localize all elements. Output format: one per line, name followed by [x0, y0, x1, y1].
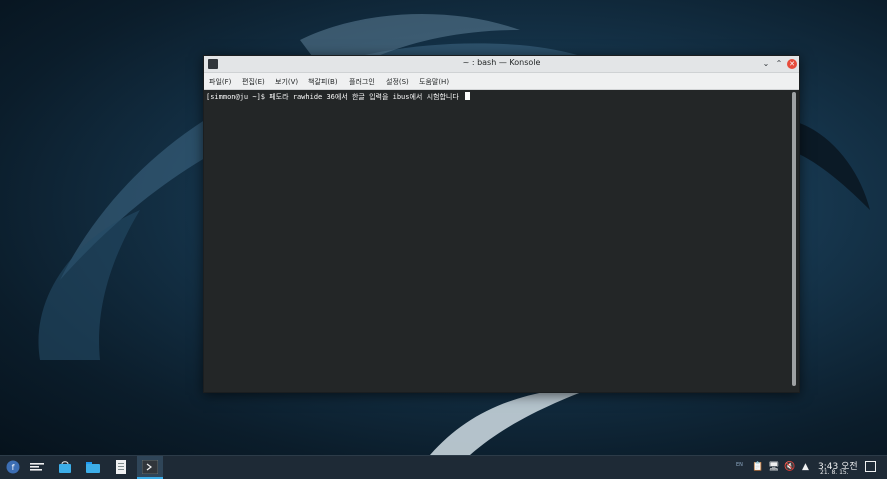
minimize-icon[interactable]: ⌄	[761, 59, 771, 69]
konsole-window[interactable]: ~ : bash — Konsole ⌄ ⌃ ✕ 파일(F) 편집(E) 보기(…	[203, 55, 800, 393]
taskbar: f EN 📋 🖥 🔇 ▲ 3:43 오전 21. 8. 15.	[0, 455, 887, 479]
menu-view[interactable]: 보기(V)	[275, 77, 298, 87]
text-editor-launcher[interactable]	[108, 456, 134, 479]
terminal-scrollbar[interactable]	[792, 92, 796, 386]
terminal-line: [simmon@ju ~]$ 페도라 rawhide 36에서 한글 입력을 i…	[206, 92, 470, 102]
network-icon[interactable]: 🖥	[768, 462, 779, 473]
terminal-area[interactable]: [simmon@ju ~]$ 페도라 rawhide 36에서 한글 입력을 i…	[204, 90, 799, 392]
konsole-task-button[interactable]	[137, 456, 163, 479]
clock-date[interactable]: 21. 8. 15.	[820, 469, 849, 476]
menu-file[interactable]: 파일(F)	[209, 77, 231, 87]
menu-help[interactable]: 도움말(H)	[419, 77, 449, 87]
application-launcher[interactable]: f	[0, 456, 26, 479]
shell-prompt: [simmon@ju ~]$	[206, 93, 270, 101]
menu-settings[interactable]: 설정(S)	[386, 77, 409, 87]
show-desktop-icon[interactable]	[865, 461, 876, 472]
maximize-icon[interactable]: ⌃	[774, 59, 784, 69]
clipboard-icon[interactable]: 📋	[752, 462, 763, 473]
file-manager-launcher[interactable]	[80, 456, 106, 479]
keyboard-layout-indicator[interactable]: EN	[736, 462, 743, 468]
expand-tray-icon[interactable]: ▲	[800, 462, 811, 473]
menu-edit[interactable]: 편집(E)	[242, 77, 265, 87]
terminal-icon	[142, 460, 158, 474]
pager-icon	[30, 463, 44, 471]
menu-plugins[interactable]: 플러그인	[349, 77, 375, 87]
system-tray: 📋 🖥 🔇 ▲	[752, 456, 812, 479]
window-titlebar[interactable]: ~ : bash — Konsole ⌄ ⌃ ✕	[204, 56, 799, 73]
shopping-bag-icon	[59, 461, 71, 473]
svg-text:f: f	[12, 463, 15, 472]
fedora-launcher-icon: f	[6, 460, 20, 474]
text-cursor	[465, 92, 470, 100]
menu-bar: 파일(F) 편집(E) 보기(V) 책갈피(B) 플러그인 설정(S) 도움말(…	[204, 73, 799, 90]
window-title: ~ : bash — Konsole	[462, 58, 541, 67]
folder-icon	[86, 462, 100, 473]
document-icon	[116, 460, 126, 474]
close-icon[interactable]: ✕	[787, 59, 797, 69]
menu-bookmarks[interactable]: 책갈피(B)	[308, 77, 338, 87]
volume-muted-icon[interactable]: 🔇	[784, 462, 795, 473]
typed-command: 페도라 rawhide 36에서 한글 입력을 ibus에서 시험합니다	[269, 93, 463, 101]
task-manager-pager[interactable]	[24, 456, 50, 479]
software-center-launcher[interactable]	[52, 456, 78, 479]
